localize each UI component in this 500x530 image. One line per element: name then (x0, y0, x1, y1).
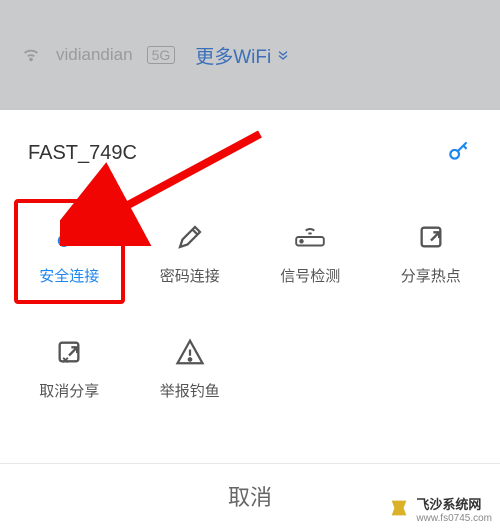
more-wifi-link[interactable]: 更多WiFi (195, 42, 291, 69)
sheet-title: FAST_749C (28, 142, 137, 165)
option-label: 安全连接 (39, 265, 99, 286)
options-grid: 安全连接 密码连接 信号检测 分享热点 取消分享 (0, 187, 500, 419)
more-wifi-label: 更多WiFi (195, 42, 271, 69)
option-label: 举报钓鱼 (160, 380, 220, 401)
key-icon (54, 219, 84, 255)
share-out-icon (417, 219, 445, 255)
wifi-icon (20, 42, 42, 69)
chevron-double-down-icon (275, 47, 291, 63)
option-password-connect[interactable]: 密码连接 (135, 199, 246, 304)
option-label: 密码连接 (160, 265, 220, 286)
share-x-icon (55, 334, 83, 370)
watermark: 飞沙系统网 www.fs0745.com (388, 494, 492, 524)
cancel-label: 取消 (228, 485, 272, 510)
option-cancel-share[interactable]: 取消分享 (14, 318, 125, 415)
option-secure-connect[interactable]: 安全连接 (14, 199, 125, 304)
logo-icon (388, 497, 410, 522)
background-ssid: vidiandian (56, 45, 133, 65)
option-label: 信号检测 (280, 265, 340, 286)
alert-icon (175, 334, 205, 370)
watermark-title: 飞沙系统网 (416, 497, 481, 512)
pencil-icon (175, 219, 205, 255)
option-label: 分享热点 (401, 265, 461, 286)
action-sheet: FAST_749C 安全连接 密码连接 信号检测 (0, 110, 500, 530)
key-icon (446, 138, 472, 169)
option-label: 取消分享 (39, 380, 99, 401)
sheet-header: FAST_749C (0, 110, 500, 187)
watermark-sub: www.fs0745.com (416, 513, 492, 524)
option-share-hotspot[interactable]: 分享热点 (376, 199, 487, 304)
router-icon (293, 219, 327, 255)
option-report-phishing[interactable]: 举报钓鱼 (135, 318, 246, 415)
background-badge: 5G (147, 46, 176, 64)
option-signal-detect[interactable]: 信号检测 (255, 199, 366, 304)
background-wifi-row: vidiandian 5G 更多WiFi (0, 0, 500, 110)
